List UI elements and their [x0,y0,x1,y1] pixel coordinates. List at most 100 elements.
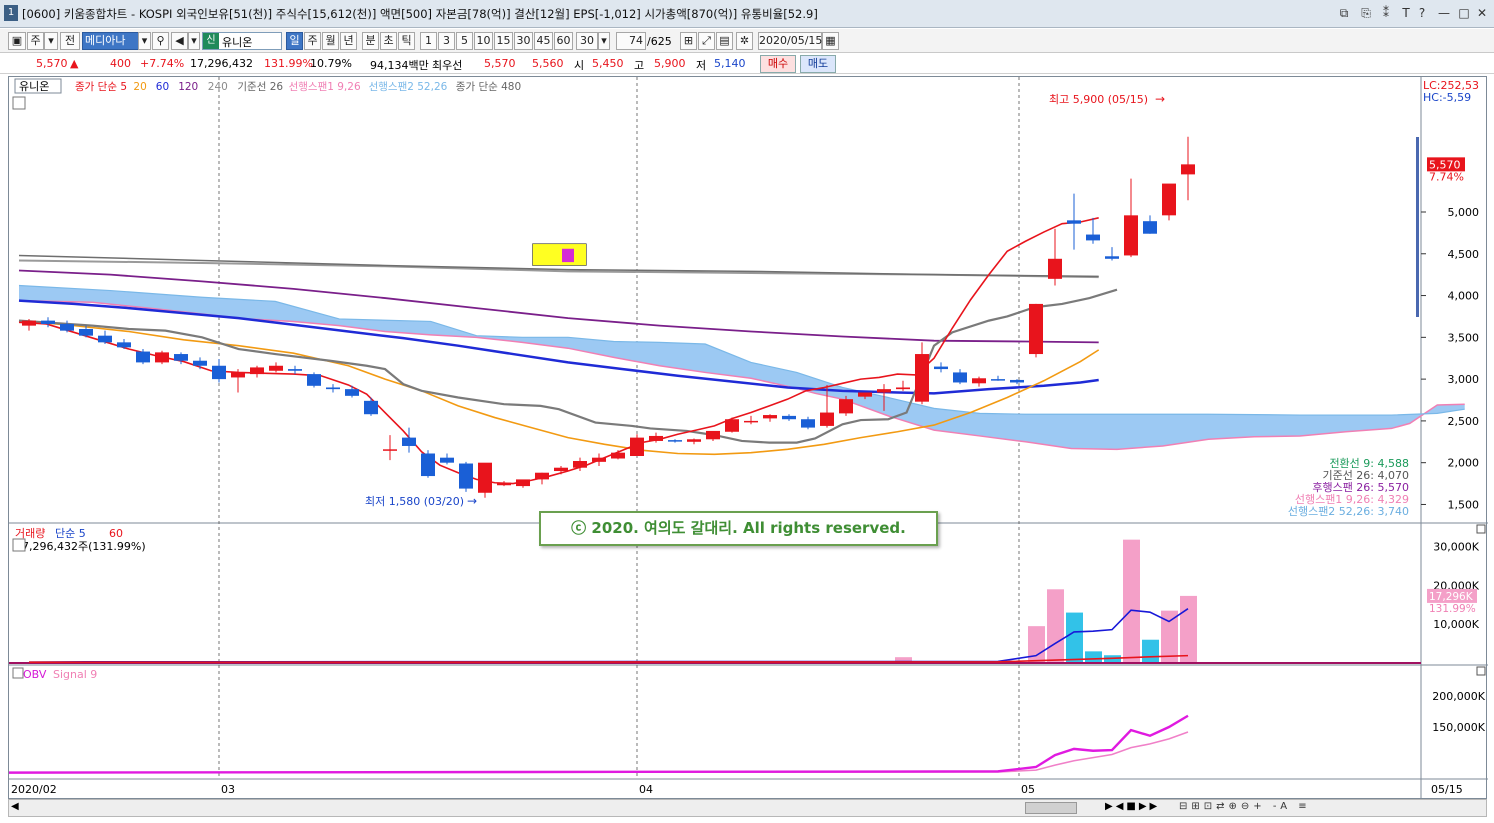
candle-body [763,415,777,419]
minute-30-button[interactable]: 30 [514,32,533,50]
minimize-button[interactable]: — [1436,5,1452,21]
minute-60-button[interactable]: 60 [554,32,573,50]
stock-search-field[interactable]: 메디아나 [82,32,140,50]
font-icon[interactable]: T [1398,5,1414,21]
count-input[interactable]: 74 [616,32,646,50]
copy-icon[interactable]: ⎘ [1358,5,1374,21]
toolbar: ▣ 주 ▾ 전 메디아나 ▾ ⚲ ◀ ▾ 신 유니온 일 주 월 년 분 초 틱… [0,29,1494,53]
interval-year-button[interactable]: 년 [340,32,357,50]
best-bid: 5,560 [532,57,564,70]
candle-body [1124,215,1138,256]
candle-body [231,372,245,378]
speaker-icon[interactable]: ◀ [171,32,188,50]
candle-body [554,467,568,472]
stock-name-box[interactable]: 신 유니온 [202,32,282,50]
obv-legend-signal: Signal 9 [53,668,97,681]
candle-body [364,400,378,415]
tools-icon[interactable]: ⊞ [680,32,697,50]
interval-minute-button[interactable]: 분 [362,32,379,50]
volume-bar [1066,612,1083,663]
candle-body [858,392,872,397]
y-tick-label: 3,500 [1448,331,1480,344]
minute-1-button[interactable]: 1 [420,32,437,50]
date-input[interactable]: 2020/05/15 [758,32,822,50]
candle-body [383,449,397,451]
maximize-button[interactable]: □ [1456,5,1472,21]
link-icon[interactable]: ⁑ [1378,5,1394,21]
buy-button[interactable]: 매수 [760,55,796,73]
volume-bar [1028,626,1045,663]
y-tick-label: 5,000 [1448,206,1480,219]
restore-layout-icon[interactable]: ⧉ [1336,5,1352,21]
candle-body [1162,183,1176,216]
minute-15-button[interactable]: 15 [494,32,513,50]
save-icon[interactable]: ▤ [716,32,733,50]
help-icon[interactable]: ? [1414,5,1430,21]
interval-second-button[interactable]: 초 [380,32,397,50]
chart-canvas[interactable]: 2020/02 03 04 05 05/15최고 5,900 (05/15) →최저 1,… [8,77,1488,800]
zoom-tools-icon[interactable]: ⊟⊞⊡⇄⊕⊖+ -A ≡ [1179,801,1311,812]
legend-item: 종가 단순 480 [456,81,521,93]
low-arrow-icon: → [467,494,477,508]
calendar-icon[interactable]: ▦ [822,32,839,50]
minute-custom-field[interactable]: 30 [576,32,598,50]
minute-3-button[interactable]: 3 [438,32,455,50]
sell-button[interactable]: 매도 [800,55,836,73]
legend-item: 선행스팬1 9,26 [289,81,361,93]
playback-controls-icon[interactable]: ▶◀■▶▶ [1105,801,1160,812]
scroll-left-icon[interactable]: ◀ [11,801,19,812]
candle-body [896,387,910,390]
legend-toggle-icon [12,538,26,552]
candle-body [782,415,796,420]
layout-icon[interactable]: ▣ [8,32,26,50]
interval-day-button[interactable]: 일 [286,32,303,50]
dropdown-icon[interactable]: ▾ [138,32,151,50]
volume-bar [1142,639,1159,663]
scroll-thumb[interactable] [1025,802,1077,814]
ichimoku-cloud [19,285,1465,450]
dropdown-icon[interactable]: ▾ [44,32,58,50]
low-annotation: 최저 1,580 (03/20) [365,495,464,508]
dropdown-icon[interactable]: ▾ [598,32,610,50]
candle-body [839,399,853,414]
interval-tick-button[interactable]: 틱 [398,32,415,50]
volume-y-tick: 30,000K [1433,541,1479,554]
volume-legend-ma5: 단순 5 [55,527,86,540]
candle-body [269,365,283,371]
turnover-rate: 10.79% [310,57,352,70]
candle-body [117,342,131,348]
price-change: 400 [110,57,131,70]
interval-month-button[interactable]: 월 [322,32,339,50]
y-tick-label: 4,500 [1448,248,1480,261]
highlight-box [532,243,587,266]
y-tick-label: 2,500 [1448,415,1480,428]
candle-body [402,437,416,446]
search-icon[interactable]: ⚲ [152,32,169,50]
candle-body [98,335,112,343]
close-button[interactable]: ✕ [1474,5,1490,21]
period-week-button[interactable]: 주 [27,32,44,50]
x-tick-label: 05/15 [1431,783,1463,796]
minute-5-button[interactable]: 5 [456,32,473,50]
candle-body [41,320,55,324]
candle-body [1067,220,1081,224]
stock-legend-name: 유니온 [19,80,49,93]
period-all-button[interactable]: 전 [60,32,80,50]
highlight-candle [562,248,574,263]
stock-tag-badge: 신 [203,33,219,49]
candle-body [744,420,758,423]
scroll-bar[interactable]: ◀ ▶◀■▶▶ ⊟⊞⊡⇄⊕⊖+ -A ≡ [8,799,1487,817]
interval-week-button[interactable]: 주 [304,32,321,50]
high-annotation: 최고 5,900 (05/15) [1049,93,1148,106]
window-title: [0600] 키움종합차트 - KOSPI 외국인보유[51(천)] 주식수[1… [22,7,818,21]
settings-icon[interactable]: ✲ [736,32,753,50]
candle-body [1143,221,1157,234]
legend-item: 240 [208,81,228,93]
minute-45-button[interactable]: 45 [534,32,553,50]
minute-10-button[interactable]: 10 [474,32,493,50]
ichimoku-value: 선행스팬2 52,26: 3,740 [1288,505,1409,518]
draw-icon[interactable]: ⤢ [698,32,715,50]
candle-body [136,351,150,363]
dropdown-icon[interactable]: ▾ [188,32,200,50]
candle-body [535,472,549,480]
